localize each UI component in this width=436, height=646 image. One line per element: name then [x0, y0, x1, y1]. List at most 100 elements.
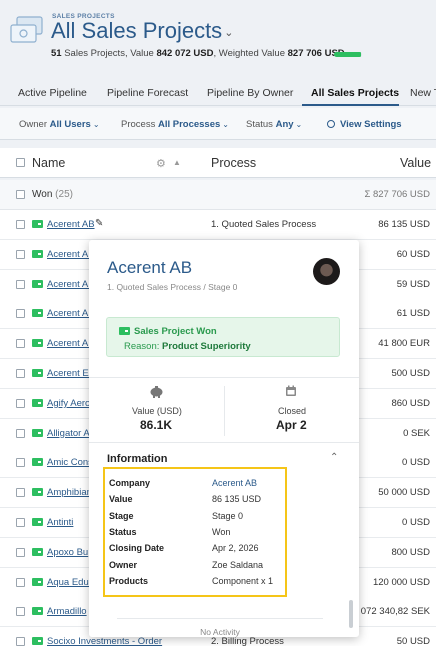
chevron-up-icon[interactable]: ⌃ — [330, 452, 338, 463]
process-filter[interactable]: Process All Processes ⌄ — [121, 119, 229, 130]
project-value: 59 USD — [396, 278, 430, 290]
won-icon — [32, 458, 43, 467]
value-stat-label: Value (USD) — [132, 406, 182, 416]
row-checkbox[interactable] — [16, 607, 25, 617]
won-icon — [32, 637, 43, 646]
status-filter-label: Status — [246, 119, 273, 130]
row-checkbox[interactable] — [16, 249, 25, 259]
row-checkbox[interactable] — [16, 488, 25, 498]
project-value: 0 SEK — [403, 427, 430, 439]
info-key: Company — [109, 478, 151, 488]
row-checkbox[interactable] — [16, 577, 25, 587]
row-checkbox[interactable] — [16, 547, 25, 557]
info-value: Stage 0 — [212, 510, 244, 521]
info-value[interactable]: Acerent AB — [212, 478, 257, 488]
status-filter[interactable]: Status Any ⌄ — [246, 119, 302, 130]
chevron-down-icon: ⌄ — [92, 120, 100, 129]
info-row: Value 86 135 USD — [109, 494, 285, 509]
row-checkbox[interactable] — [16, 518, 25, 527]
status-filter-value: Any — [275, 119, 294, 130]
tab-active-pipeline[interactable]: Active Pipeline — [18, 87, 87, 99]
project-name-link[interactable]: Acerent AB — [47, 219, 95, 230]
tab-all-sales-projects[interactable]: All Sales Projects — [311, 87, 399, 99]
view-settings-button[interactable]: View Settings — [327, 119, 402, 130]
view-tabs: Active Pipeline Pipeline Forecast Pipeli… — [0, 80, 436, 106]
group-label: Won (25) — [32, 189, 73, 200]
project-name-link[interactable]: Acerent AI — [47, 308, 91, 319]
active-tab-indicator — [302, 104, 399, 106]
avatar[interactable] — [313, 258, 340, 285]
project-name-link[interactable]: Acerent El — [47, 368, 91, 379]
process-filter-label: Process — [121, 119, 156, 130]
project-name-link[interactable]: Aqua Educ — [47, 577, 93, 588]
table-header: Name ⚙ ▲ Process Value — [0, 148, 436, 178]
row-checkbox[interactable] — [16, 428, 25, 438]
project-name-link[interactable]: Agify Aero — [47, 398, 90, 409]
chevron-down-icon[interactable]: ⌄ — [224, 27, 233, 39]
owner-filter[interactable]: Owner All Users ⌄ — [19, 119, 100, 130]
tab-pipeline-forecast[interactable]: Pipeline Forecast — [107, 87, 188, 99]
info-value: Component x 1 — [212, 575, 274, 586]
project-name-link[interactable]: Socixo Investments - Order — [47, 636, 162, 646]
tab-pipeline-by-owner[interactable]: Pipeline By Owner — [207, 87, 293, 99]
page-summary: 51 Sales Projects, Value 842 072 USD, We… — [51, 48, 345, 59]
won-icon — [32, 398, 43, 407]
row-checkbox[interactable] — [16, 637, 25, 646]
project-value: 1 072 340,82 SEK — [352, 606, 430, 618]
sort-up-icon[interactable]: ▲ — [173, 158, 181, 167]
project-value: 860 USD — [391, 397, 430, 409]
row-checkbox[interactable] — [16, 339, 25, 349]
tab-new[interactable]: New T — [410, 87, 436, 99]
project-name-link[interactable]: Amic Cons — [47, 457, 93, 468]
settings-icon — [327, 120, 335, 128]
filter-bar: Owner All Users ⌄ Process All Processes ⌄ … — [0, 108, 436, 140]
info-row: Products Component x 1 — [109, 576, 285, 591]
project-name-link[interactable]: Acerent AI — [47, 279, 91, 290]
no-activity-label: No Activity — [200, 627, 240, 637]
column-name-header[interactable]: Name — [32, 156, 65, 170]
won-icon — [32, 279, 43, 288]
project-name-link[interactable]: Acerent AI — [47, 249, 91, 260]
column-process-header[interactable]: Process — [211, 156, 256, 170]
popup-scrollbar[interactable] — [349, 600, 353, 628]
project-name-link[interactable]: Alligator A — [47, 428, 90, 439]
info-key: Owner — [109, 559, 138, 570]
project-value: 61 USD — [396, 308, 430, 320]
row-checkbox[interactable] — [16, 398, 25, 408]
gear-icon[interactable]: ⚙ — [156, 157, 166, 170]
won-icon — [32, 547, 43, 556]
won-status-title: Sales Project Won — [134, 326, 217, 337]
owner-filter-value: All Users — [49, 119, 91, 130]
table-row[interactable]: Acerent AB ✎ 1. Quoted Sales Process 86 135… — [0, 210, 436, 240]
project-name-link[interactable]: Apoxo Bu — [47, 547, 88, 558]
project-value: 50 USD — [396, 636, 430, 646]
row-checkbox[interactable] — [16, 369, 25, 378]
summary-count: 51 — [51, 48, 62, 59]
summary-text-1: Sales Projects, Value — [61, 48, 157, 59]
group-checkbox[interactable] — [16, 190, 25, 199]
project-name-link[interactable]: Armadillo — [47, 606, 87, 617]
row-checkbox[interactable] — [16, 220, 25, 229]
popup-title[interactable]: Acerent AB — [107, 258, 192, 278]
row-checkbox[interactable] — [16, 279, 25, 289]
project-process: 2. Billing Process — [211, 636, 284, 646]
project-name-link[interactable]: Amphibian — [47, 487, 92, 498]
project-name-link[interactable]: Antinti — [47, 517, 73, 528]
project-name-link[interactable]: Acerent AI — [47, 338, 91, 349]
edit-pencil-icon[interactable]: ✎ — [95, 218, 103, 229]
won-reason-label: Reason: — [124, 341, 163, 352]
page-title[interactable]: All Sales Projects ⌄ — [51, 18, 233, 44]
project-value: 0 USD — [402, 517, 430, 528]
information-heading: Information — [107, 453, 168, 465]
won-icon — [32, 220, 43, 228]
project-value: 500 USD — [391, 368, 430, 379]
won-icon — [32, 577, 43, 586]
select-all-checkbox[interactable] — [16, 158, 25, 167]
info-row: Company Acerent AB — [109, 478, 285, 493]
summary-text-2: , Weighted Value — [213, 48, 288, 59]
row-checkbox[interactable] — [16, 309, 25, 319]
row-checkbox[interactable] — [16, 458, 25, 468]
group-row-won[interactable]: Won (25) Σ 827 706 USD — [0, 180, 436, 210]
project-value: 86 135 USD — [378, 219, 430, 230]
column-value-header[interactable]: Value — [400, 156, 431, 170]
